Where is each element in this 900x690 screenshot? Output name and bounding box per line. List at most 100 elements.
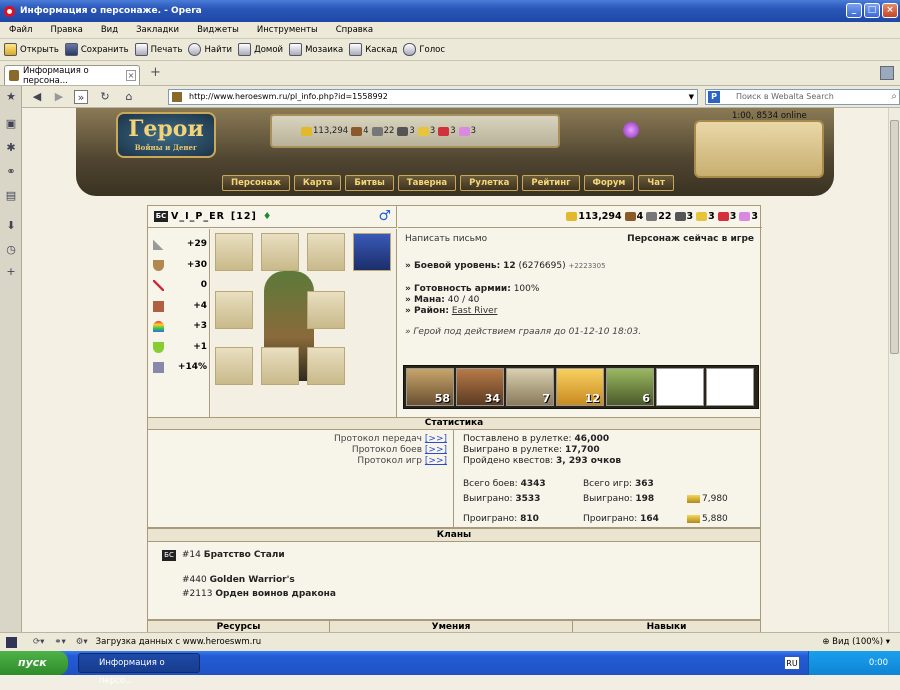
stat-initiative: +14% — [153, 360, 207, 374]
menu-bookmarks[interactable]: Закладки — [127, 25, 188, 35]
start-button[interactable]: пуск — [0, 651, 68, 675]
add-panel-icon[interactable]: + — [5, 266, 17, 278]
mana: » Мана: 40 / 40 — [405, 295, 480, 305]
equip-spellbook[interactable] — [353, 233, 391, 271]
widgets-panel-icon[interactable]: ▣ — [5, 118, 17, 130]
fast-forward-icon[interactable]: » — [74, 90, 88, 104]
zoom-control[interactable]: ⊕ Вид (100%) ▾ — [822, 637, 890, 647]
menu-help[interactable]: Справка — [327, 25, 382, 35]
system-tray: 0:00 — [808, 651, 900, 675]
bottom-section-headers: Ресурсы Умения Навыки — [147, 620, 761, 632]
search-engine-icon[interactable]: P — [708, 91, 720, 103]
character-stats: +29 +30 0 +4 +3 +1 +14% — [148, 229, 210, 424]
header-resources: 113,294 4 22 3 3 3 3 — [270, 114, 560, 148]
wand-icon — [153, 279, 164, 291]
army-slot-empty — [656, 368, 704, 406]
url-dropdown-icon[interactable]: ▼ — [689, 90, 694, 104]
nav-chat[interactable]: Чат — [638, 175, 674, 191]
nav-forum[interactable]: Форум — [583, 175, 635, 191]
network-icon[interactable]: ⚭▾ — [54, 637, 65, 647]
nav-map[interactable]: Карта — [293, 175, 342, 191]
army-unit[interactable]: 34 — [456, 368, 504, 406]
notes-panel-icon[interactable]: ▤ — [5, 190, 17, 202]
stat-knowledge: +4 — [153, 299, 207, 313]
nav-tavern[interactable]: Таверна — [397, 175, 457, 191]
cascade-button[interactable]: Каскад — [349, 43, 397, 56]
army-readiness: » Готовность армии: 100% — [405, 284, 540, 294]
tile-button[interactable]: Мозаика — [289, 43, 343, 56]
print-button[interactable]: Печать — [134, 43, 182, 56]
language-indicator[interactable]: RU — [784, 656, 800, 670]
equip-helmet[interactable] — [261, 233, 299, 271]
home-nav-icon[interactable]: ⌂ — [122, 90, 136, 104]
settings-panel-icon[interactable]: ✱ — [5, 142, 17, 154]
find-button[interactable]: Найти — [188, 43, 232, 56]
forward-icon[interactable]: ▶ — [52, 90, 66, 104]
close-button[interactable]: × — [882, 3, 898, 18]
reload-icon[interactable]: ↻ — [98, 90, 112, 104]
nav-character[interactable]: Персонаж — [222, 175, 290, 191]
save-button[interactable]: Сохранить — [64, 43, 129, 56]
home-button[interactable]: Домой — [238, 43, 283, 56]
url-input[interactable]: http://www.heroeswm.ru/pl_info.php?id=15… — [168, 89, 698, 105]
district-link[interactable]: East River — [452, 306, 498, 316]
equip-boots[interactable] — [261, 347, 299, 385]
open-button[interactable]: Открыть — [4, 43, 59, 56]
clan-item[interactable]: #2113 Орден воинов дракона — [182, 589, 336, 599]
equip-hammer[interactable] — [215, 347, 253, 385]
army-unit[interactable]: 7 — [506, 368, 554, 406]
menu-edit[interactable]: Правка — [41, 25, 91, 35]
protocol-transfers-link[interactable]: [>>] — [425, 434, 447, 444]
taskbar-item-opera[interactable]: Информация о персо... — [78, 653, 200, 686]
settings-icon[interactable]: ⚙▾ — [76, 637, 88, 647]
search-input[interactable]: P Поиск в Webalta Search ⌕ — [705, 89, 900, 105]
bookmarks-panel-icon[interactable]: ★ — [5, 91, 17, 103]
tab-close-icon[interactable]: × — [125, 70, 137, 81]
menu-view[interactable]: Вид — [92, 25, 127, 35]
search-icon[interactable]: ⌕ — [891, 90, 897, 104]
nav-battles[interactable]: Битвы — [345, 175, 394, 191]
menu-tools[interactable]: Инструменты — [248, 25, 327, 35]
district: » Район: East River — [405, 306, 498, 316]
protocol-battles-link[interactable]: [>>] — [425, 445, 447, 455]
status-bar: ⟳▾ ⚭▾ ⚙▾ Загрузка данных с www.heroeswm.… — [0, 632, 900, 651]
mercury-icon — [674, 212, 686, 221]
vertical-scrollbar[interactable] — [888, 108, 900, 632]
home-icon — [238, 43, 252, 56]
nav-roulette[interactable]: Рулетка — [460, 175, 519, 191]
equip-ring[interactable] — [215, 291, 253, 329]
new-tab-icon[interactable]: + — [150, 65, 161, 80]
scrollbar-thumb[interactable] — [890, 120, 899, 354]
clan-item[interactable]: #440 Golden Warrior's — [182, 575, 295, 585]
downloads-panel-icon[interactable]: ⬇ — [5, 220, 17, 232]
voice-button[interactable]: Голос — [403, 43, 445, 56]
maximize-button[interactable]: □ — [864, 3, 880, 18]
history-panel-icon[interactable]: ◷ — [5, 244, 17, 256]
menu-widgets[interactable]: Виджеты — [188, 25, 248, 35]
ore-icon — [371, 126, 383, 136]
url-text: http://www.heroeswm.ru/pl_info.php?id=15… — [189, 92, 388, 101]
game-logo[interactable]: Герои Войны и Денег — [116, 112, 216, 158]
army-unit[interactable]: 12 — [556, 368, 604, 406]
equip-shield[interactable] — [307, 347, 345, 385]
army-unit[interactable]: 58 — [406, 368, 454, 406]
army-unit[interactable]: 6 — [606, 368, 654, 406]
equip-bow[interactable] — [307, 291, 345, 329]
back-icon[interactable]: ◀ — [30, 90, 44, 104]
menu-file[interactable]: Файл — [0, 25, 41, 35]
sync-icon[interactable]: ⟳▾ — [33, 637, 44, 647]
clan-badge[interactable]: БС — [154, 211, 168, 222]
taskbar: пуск Информация о персо... RU 0:00 — [0, 651, 900, 686]
minimize-button[interactable]: _ — [846, 3, 862, 18]
trash-icon[interactable] — [880, 66, 894, 80]
panel-toggle-icon[interactable] — [6, 636, 17, 648]
write-letter-link[interactable]: Написать письмо — [405, 234, 487, 244]
equip-amulet[interactable] — [215, 233, 253, 271]
clan-item[interactable]: БС #14 Братство Стали — [162, 550, 285, 561]
tab-character-info[interactable]: Информация о персона... × — [4, 65, 140, 86]
nav-rating[interactable]: Рейтинг — [522, 175, 580, 191]
equip-medal[interactable] — [307, 233, 345, 271]
links-panel-icon[interactable]: ⚭ — [5, 166, 17, 178]
protocol-games-link[interactable]: [>>] — [425, 456, 447, 466]
protocol-transfers: Протокол передач [>>] — [333, 434, 447, 444]
